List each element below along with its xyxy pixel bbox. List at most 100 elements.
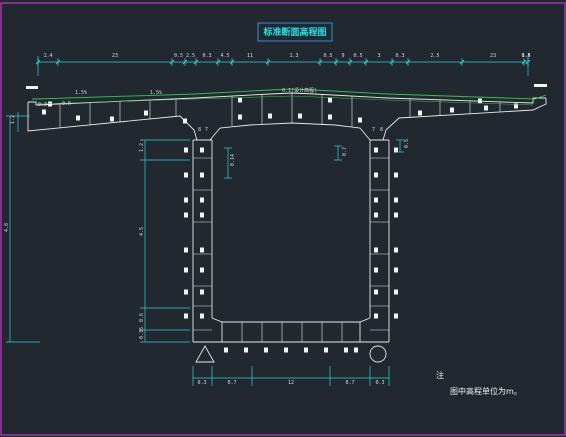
drawing-canvas: 标准断面高程图 1.4 23 0.5 2.5 0.3 4.5 11 1.3 0.5 9 0.5 3 0.… [0, 0, 566, 437]
rebar-marker [374, 147, 378, 153]
deck-top-edge [28, 92, 546, 106]
rebar-marker [76, 115, 80, 121]
rebar-marker [374, 313, 378, 319]
overhang-label: 0.5 [62, 101, 71, 107]
rebar-marker [184, 172, 188, 178]
rebar-marker [184, 313, 188, 319]
rebar-marker [238, 114, 242, 120]
centerline-label: 0.1(设计高程) [282, 87, 317, 94]
web-segment-lines [193, 157, 389, 342]
rebar-marker [264, 347, 268, 353]
web-mark-2: 7 [205, 127, 208, 133]
rebar-marker [304, 347, 308, 353]
rebar-marker [224, 347, 228, 353]
fixed-support [195, 345, 215, 363]
rebar-marker [200, 147, 204, 153]
rebar-marker [184, 147, 188, 153]
rebar-marker [184, 267, 188, 273]
rebar-marker [374, 267, 378, 273]
note-heading: 注 [436, 370, 444, 380]
drawing-frame [0, 2, 566, 436]
top-dim-label: 11 [247, 53, 253, 59]
top-dimension-chain [37, 56, 529, 76]
rebar-marker [374, 212, 378, 218]
rebar-marker [394, 212, 398, 218]
rebar-marker [200, 172, 204, 178]
rebar-marker [200, 212, 204, 218]
rebar-marker [478, 98, 482, 104]
top-dim-label: 9 [341, 53, 344, 59]
rebar-marker [200, 313, 204, 319]
top-dim-label: 23 [490, 53, 496, 59]
top-dim-label: 1.4 [521, 53, 530, 59]
rebar-marker [394, 289, 398, 295]
rebar-marker [42, 109, 46, 115]
rebar-marker [200, 267, 204, 273]
inner-dim-left: 0.14 [230, 154, 236, 166]
rebar-marker [200, 289, 204, 295]
web-height-dim: 4.5 [139, 227, 145, 236]
rebar-marker [298, 113, 302, 119]
rebar-marker [328, 97, 332, 103]
slope-label-left: 1.5% [75, 90, 87, 96]
rebar-marker [328, 114, 332, 120]
bottom-dim-1: 0.3 [197, 380, 206, 386]
rebar-marker [358, 117, 362, 123]
total-height-label: 4.8 [4, 223, 10, 232]
rebar-marker [144, 110, 148, 116]
rebar-marker [183, 118, 187, 124]
rebar-marker [374, 247, 378, 253]
rebar-marker [200, 197, 204, 203]
bottom-dim-3: 12 [288, 380, 294, 386]
rebar-marker [344, 347, 348, 353]
roller-support [369, 345, 387, 363]
bottom-dim-4: 0.7 [345, 380, 354, 386]
note-text: 图中高程单位为m。 [450, 386, 522, 396]
rebar-marker [110, 116, 114, 122]
web-mark-1: 8 [198, 127, 201, 133]
top-dim-label: 1.3 [289, 53, 298, 59]
right-cantilever-underside [382, 98, 547, 141]
top-dim-label: 0.5 [323, 53, 332, 59]
bottom-dim-5: 0.3 [375, 380, 384, 386]
deck-segment-lines [59, 93, 501, 128]
rebar-markers [42, 97, 518, 353]
bottom-slab-dim: 0.35 [139, 327, 145, 339]
top-dim-label: 2.5 [430, 53, 439, 59]
top-dim-label: 4.5 [220, 53, 229, 59]
web-top-dim: 1.2 [139, 143, 145, 152]
top-dim-label: 0.5 [174, 53, 183, 59]
rebar-marker [418, 110, 422, 116]
rebar-marker [374, 197, 378, 203]
bottom-slab-inner [211, 317, 371, 323]
slope-label-right: 1.5% [150, 90, 162, 96]
rebar-marker [244, 347, 248, 353]
inner-dimension-lines [224, 139, 404, 179]
left-thickness-label: 0.3 [38, 102, 47, 108]
top-dim-label: 3 [377, 53, 380, 59]
rebar-marker [394, 197, 398, 203]
rebar-marker [374, 289, 378, 295]
rebar-marker [48, 101, 52, 107]
top-dim-label: 0.5 [353, 53, 362, 59]
bottom-dim-2: 0.7 [227, 380, 236, 386]
rebar-marker [450, 107, 454, 113]
section-drawing: 标准断面高程图 1.4 23 0.5 2.5 0.3 4.5 11 1.3 0.5 9 0.5 3 0.… [0, 2, 566, 436]
web-mark-3: 7 [372, 127, 375, 133]
top-dim-label: 2.5 [186, 53, 195, 59]
bottom-haunch-dim: 0.6 [139, 313, 145, 322]
top-dimension-labels: 1.4 23 0.5 2.5 0.3 4.5 11 1.3 0.5 9 0.5 3 0.3 2.5 23 0.… [43, 53, 530, 59]
web-mark-4: 8 [380, 127, 383, 133]
rebar-marker [184, 289, 188, 295]
rebar-marker [354, 347, 358, 353]
left-top-thickness: 1.2 [10, 115, 16, 124]
rebar-marker [284, 347, 288, 353]
rebar-marker [184, 212, 188, 218]
rebar-marker [268, 113, 272, 119]
top-dim-label: 23 [112, 53, 118, 59]
rebar-marker [324, 347, 328, 353]
rebar-marker [200, 247, 204, 253]
top-dim-label: 0.3 [395, 53, 404, 59]
right-barrier [534, 84, 547, 87]
top-dim-label: 1.4 [43, 53, 52, 59]
